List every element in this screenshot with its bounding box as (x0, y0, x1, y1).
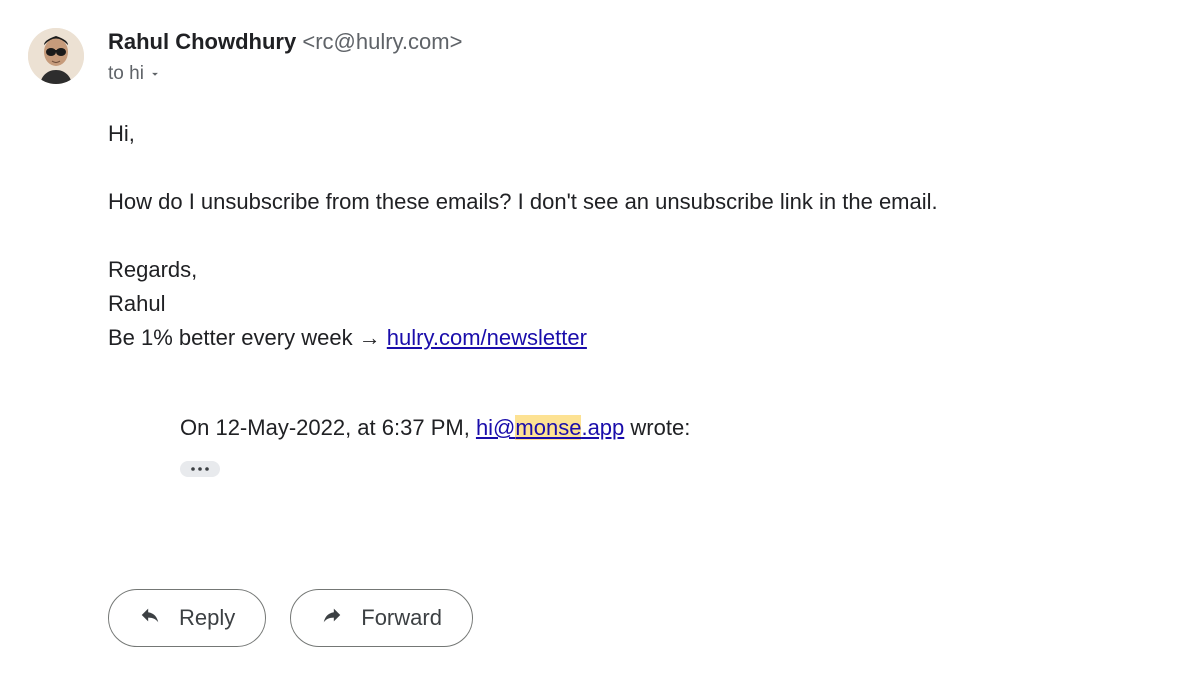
forward-icon (321, 604, 343, 632)
signature-link[interactable]: hulry.com/newsletter (387, 325, 587, 350)
signature-line: Be 1% better every week → hulry.com/news… (108, 321, 1160, 355)
signature-prefix: Be 1% better every week → (108, 325, 387, 350)
quoted-email-link[interactable]: hi@monse.app (476, 415, 624, 440)
signature-regards: Regards, (108, 253, 1160, 287)
chevron-down-icon (148, 67, 162, 81)
email-body: Hi, How do I unsubscribe from these emai… (108, 117, 1160, 355)
quoted-header: On 12-May-2022, at 6:37 PM, hi@monse.app… (180, 415, 1160, 441)
quoted-suffix: wrote: (624, 415, 690, 440)
reply-label: Reply (179, 605, 235, 631)
sender-email: <rc@hulry.com> (302, 29, 462, 54)
search-highlight: monse (515, 415, 581, 440)
reply-button[interactable]: Reply (108, 589, 266, 647)
show-trimmed-content[interactable] (180, 461, 220, 477)
email-header: Rahul Chowdhury <rc@hulry.com> (108, 28, 1160, 57)
recipient-dropdown[interactable]: to hi (108, 63, 1160, 85)
quoted-prefix: On 12-May-2022, at 6:37 PM, (180, 415, 476, 440)
sender-name: Rahul Chowdhury (108, 29, 296, 54)
avatar[interactable] (28, 28, 84, 84)
body-paragraph: How do I unsubscribe from these emails? … (108, 185, 1160, 219)
forward-label: Forward (361, 605, 442, 631)
body-greeting: Hi, (108, 117, 1160, 151)
ellipsis-icon (190, 465, 210, 473)
recipient-label: to hi (108, 63, 144, 85)
signature-name: Rahul (108, 287, 1160, 321)
reply-icon (139, 604, 161, 632)
forward-button[interactable]: Forward (290, 589, 473, 647)
